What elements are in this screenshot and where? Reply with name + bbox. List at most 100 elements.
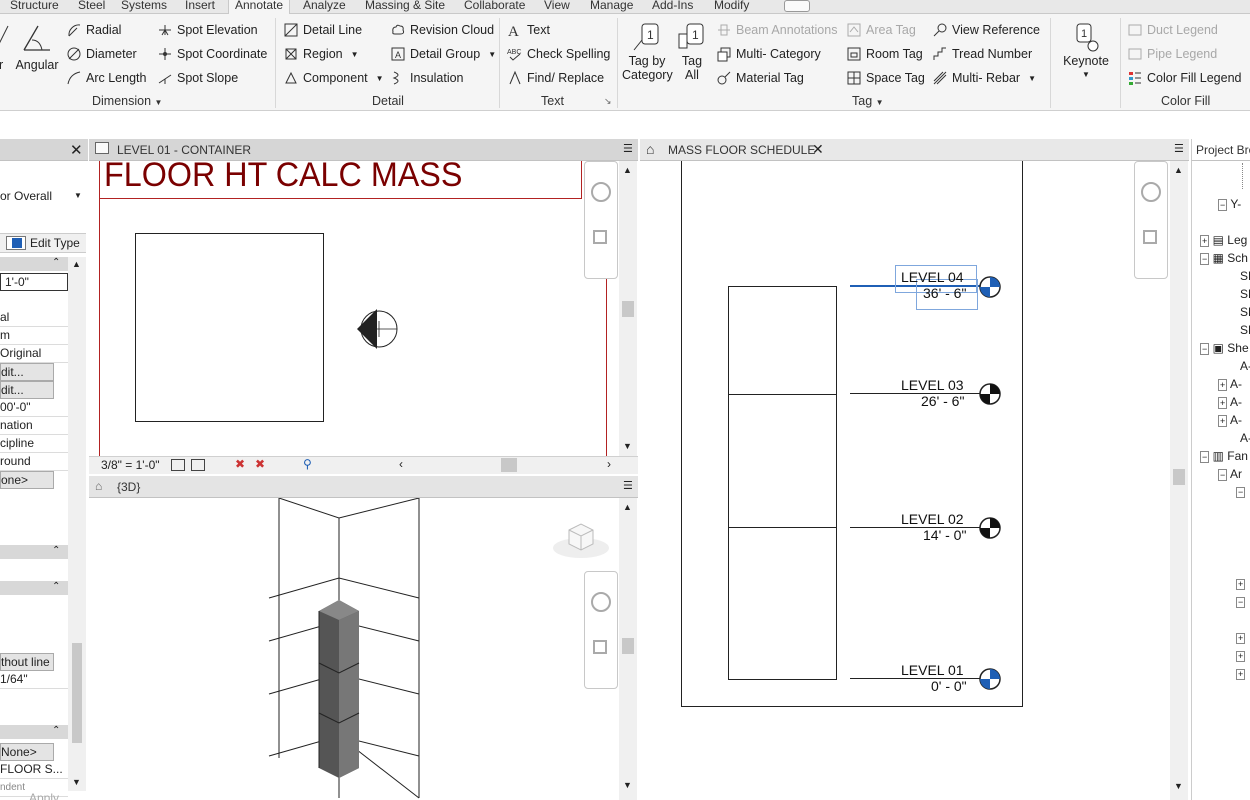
- region-button[interactable]: Region ▼: [283, 45, 359, 63]
- edit-button[interactable]: dit...: [0, 381, 54, 399]
- tag-all-button[interactable]: 1 Tag All: [675, 22, 709, 82]
- find-replace-button[interactable]: Find/ Replace: [507, 69, 604, 87]
- tree-collapse-toggle[interactable]: −: [1236, 597, 1246, 608]
- ribbon-options-dropdown[interactable]: [784, 0, 810, 12]
- detail-line-button[interactable]: Detail Line: [283, 21, 362, 39]
- properties-scrollbar[interactable]: ▲ ▼: [68, 257, 86, 791]
- detail-level-icon[interactable]: [171, 459, 185, 471]
- tree-item[interactable]: − Y-: [1218, 197, 1241, 211]
- tree-expand-toggle[interactable]: +: [1236, 651, 1246, 662]
- level-02-name[interactable]: LEVEL 02: [901, 511, 964, 527]
- tab-modify[interactable]: Modify: [714, 0, 749, 14]
- tread-number-button[interactable]: Tread Number: [932, 45, 1032, 63]
- tab-add-ins[interactable]: Add-Ins: [652, 0, 693, 14]
- level-04-elevation[interactable]: 36' - 6": [923, 285, 966, 301]
- diameter-dimension-button[interactable]: Diameter: [66, 45, 137, 63]
- temporary-hide-icon[interactable]: ⚲: [303, 457, 312, 471]
- color-fill-legend-button[interactable]: Color Fill Legend: [1127, 69, 1242, 87]
- multi-category-tag-button[interactable]: Multi- Category: [716, 45, 821, 63]
- spot-coordinate-button[interactable]: Spot Coordinate: [157, 45, 267, 63]
- close-icon[interactable]: ✕: [70, 141, 83, 159]
- aligned-dimension-button[interactable]: ar: [0, 22, 12, 72]
- tab-massing-site[interactable]: Massing & Site: [365, 0, 445, 14]
- dimension-panel-label[interactable]: Dimension ▼: [92, 94, 162, 108]
- tree-item[interactable]: + A-: [1218, 395, 1242, 409]
- property-value[interactable]: 1'-0": [0, 273, 68, 291]
- scroll-thumb[interactable]: [501, 458, 517, 472]
- tree-item[interactable]: − ▣ She: [1200, 341, 1249, 355]
- property-value[interactable]: cipline: [0, 435, 68, 453]
- zoom-icon[interactable]: [593, 640, 607, 654]
- property-value[interactable]: round: [0, 453, 68, 471]
- material-tag-button[interactable]: Material Tag: [716, 69, 804, 87]
- property-value[interactable]: 1/64": [0, 671, 68, 689]
- check-spelling-button[interactable]: ABC Check Spelling: [507, 45, 610, 63]
- level-01-elevation[interactable]: 0' - 0": [931, 678, 967, 694]
- level-03-elevation[interactable]: 26' - 6": [921, 393, 964, 409]
- level-03-name[interactable]: LEVEL 03: [901, 377, 964, 393]
- tab-structure[interactable]: Structure: [10, 0, 59, 14]
- revision-cloud-button[interactable]: Revision Cloud: [390, 21, 494, 39]
- tree-expand-toggle[interactable]: +: [1236, 669, 1246, 680]
- room-tag-button[interactable]: Room Tag: [846, 45, 923, 63]
- properties-group-header[interactable]: ⌃: [0, 725, 68, 739]
- scroll-right-icon[interactable]: ›: [607, 457, 611, 471]
- tab-view[interactable]: View: [544, 0, 570, 14]
- view-tab-mass-floor-schedule[interactable]: ⌂ MASS FLOOR SCHEDULE ✕ ☰: [640, 139, 1189, 161]
- tree-item[interactable]: A-: [1240, 431, 1250, 445]
- steering-wheel-icon[interactable]: [591, 592, 611, 612]
- tree-item[interactable]: − ▦ Sch: [1200, 251, 1248, 265]
- sun-path-icon[interactable]: ✖: [235, 457, 245, 471]
- multi-rebar-button[interactable]: Multi- Rebar ▼: [932, 69, 1036, 87]
- scroll-thumb[interactable]: [622, 301, 634, 317]
- properties-group-header[interactable]: ⌃: [0, 545, 68, 559]
- tab-collaborate[interactable]: Collaborate: [464, 0, 525, 14]
- tree-item[interactable]: SH: [1240, 287, 1250, 301]
- tree-item[interactable]: − ▥ Fan: [1200, 449, 1248, 463]
- 3d-view-scrollbar[interactable]: ▲ ▼: [619, 498, 637, 800]
- tree-item[interactable]: A-: [1240, 359, 1250, 373]
- arc-length-dimension-button[interactable]: Arc Length: [66, 69, 146, 87]
- tree-item[interactable]: SH: [1240, 305, 1250, 319]
- zoom-icon[interactable]: [593, 230, 607, 244]
- edit-type-button[interactable]: Edit Type: [30, 236, 80, 250]
- viewcube-icon[interactable]: [551, 520, 611, 560]
- level-04-name[interactable]: LEVEL 04: [901, 269, 964, 285]
- section-view-scrollbar[interactable]: ▲ ▼: [1170, 161, 1188, 800]
- tag-panel-label[interactable]: Tag ▼: [852, 94, 884, 108]
- view-tab-level01[interactable]: LEVEL 01 - CONTAINER ☰: [89, 139, 638, 161]
- shadows-icon[interactable]: ✖: [255, 457, 265, 471]
- angular-dimension-button[interactable]: Angular: [14, 22, 60, 72]
- property-value[interactable]: FLOOR S...: [0, 761, 68, 779]
- radial-dimension-button[interactable]: Radial: [66, 21, 121, 39]
- property-value[interactable]: Original: [0, 345, 68, 363]
- tree-item[interactable]: + ▤ Leg: [1200, 233, 1247, 247]
- tree-item[interactable]: + A-: [1218, 377, 1242, 391]
- level01-view-canvas[interactable]: FLOOR HT CALC MASS ▲ ▼: [89, 161, 638, 458]
- property-value[interactable]: 00'-0": [0, 399, 68, 417]
- scroll-thumb[interactable]: [1173, 469, 1185, 485]
- keynote-button[interactable]: 1 Keynote ▼: [1057, 22, 1115, 82]
- tab-annotate[interactable]: Annotate: [228, 0, 291, 14]
- 3d-view-canvas[interactable]: ▲ ▼: [89, 498, 638, 800]
- component-button[interactable]: Component ▼: [283, 69, 384, 87]
- steering-wheel-icon[interactable]: [1141, 182, 1161, 202]
- zoom-icon[interactable]: [1143, 230, 1157, 244]
- view-reference-button[interactable]: View Reference: [932, 21, 1040, 39]
- space-tag-button[interactable]: Space Tag: [846, 69, 925, 87]
- close-icon[interactable]: ✕: [812, 141, 824, 158]
- steering-wheel-icon[interactable]: [591, 182, 611, 202]
- property-dropdown[interactable]: None>: [0, 743, 54, 761]
- properties-group-header[interactable]: ⌃: [0, 257, 68, 271]
- scroll-left-icon[interactable]: ‹: [399, 457, 403, 471]
- text-button[interactable]: A Text: [507, 21, 550, 40]
- detail-group-button[interactable]: A Detail Group ▼: [390, 45, 496, 63]
- property-value[interactable]: nation: [0, 417, 68, 435]
- tab-insert[interactable]: Insert: [185, 0, 215, 14]
- elevation-marker-icon[interactable]: [353, 303, 401, 355]
- tree-expand-toggle[interactable]: +: [1236, 633, 1246, 644]
- spot-elevation-button[interactable]: Spot Elevation: [157, 21, 258, 39]
- tree-collapse-toggle[interactable]: −: [1236, 487, 1246, 498]
- tab-systems[interactable]: Systems: [121, 0, 167, 14]
- section-view-canvas[interactable]: LEVEL 04 36' - 6" LEVEL 03 26' - 6" LEVE…: [640, 161, 1189, 800]
